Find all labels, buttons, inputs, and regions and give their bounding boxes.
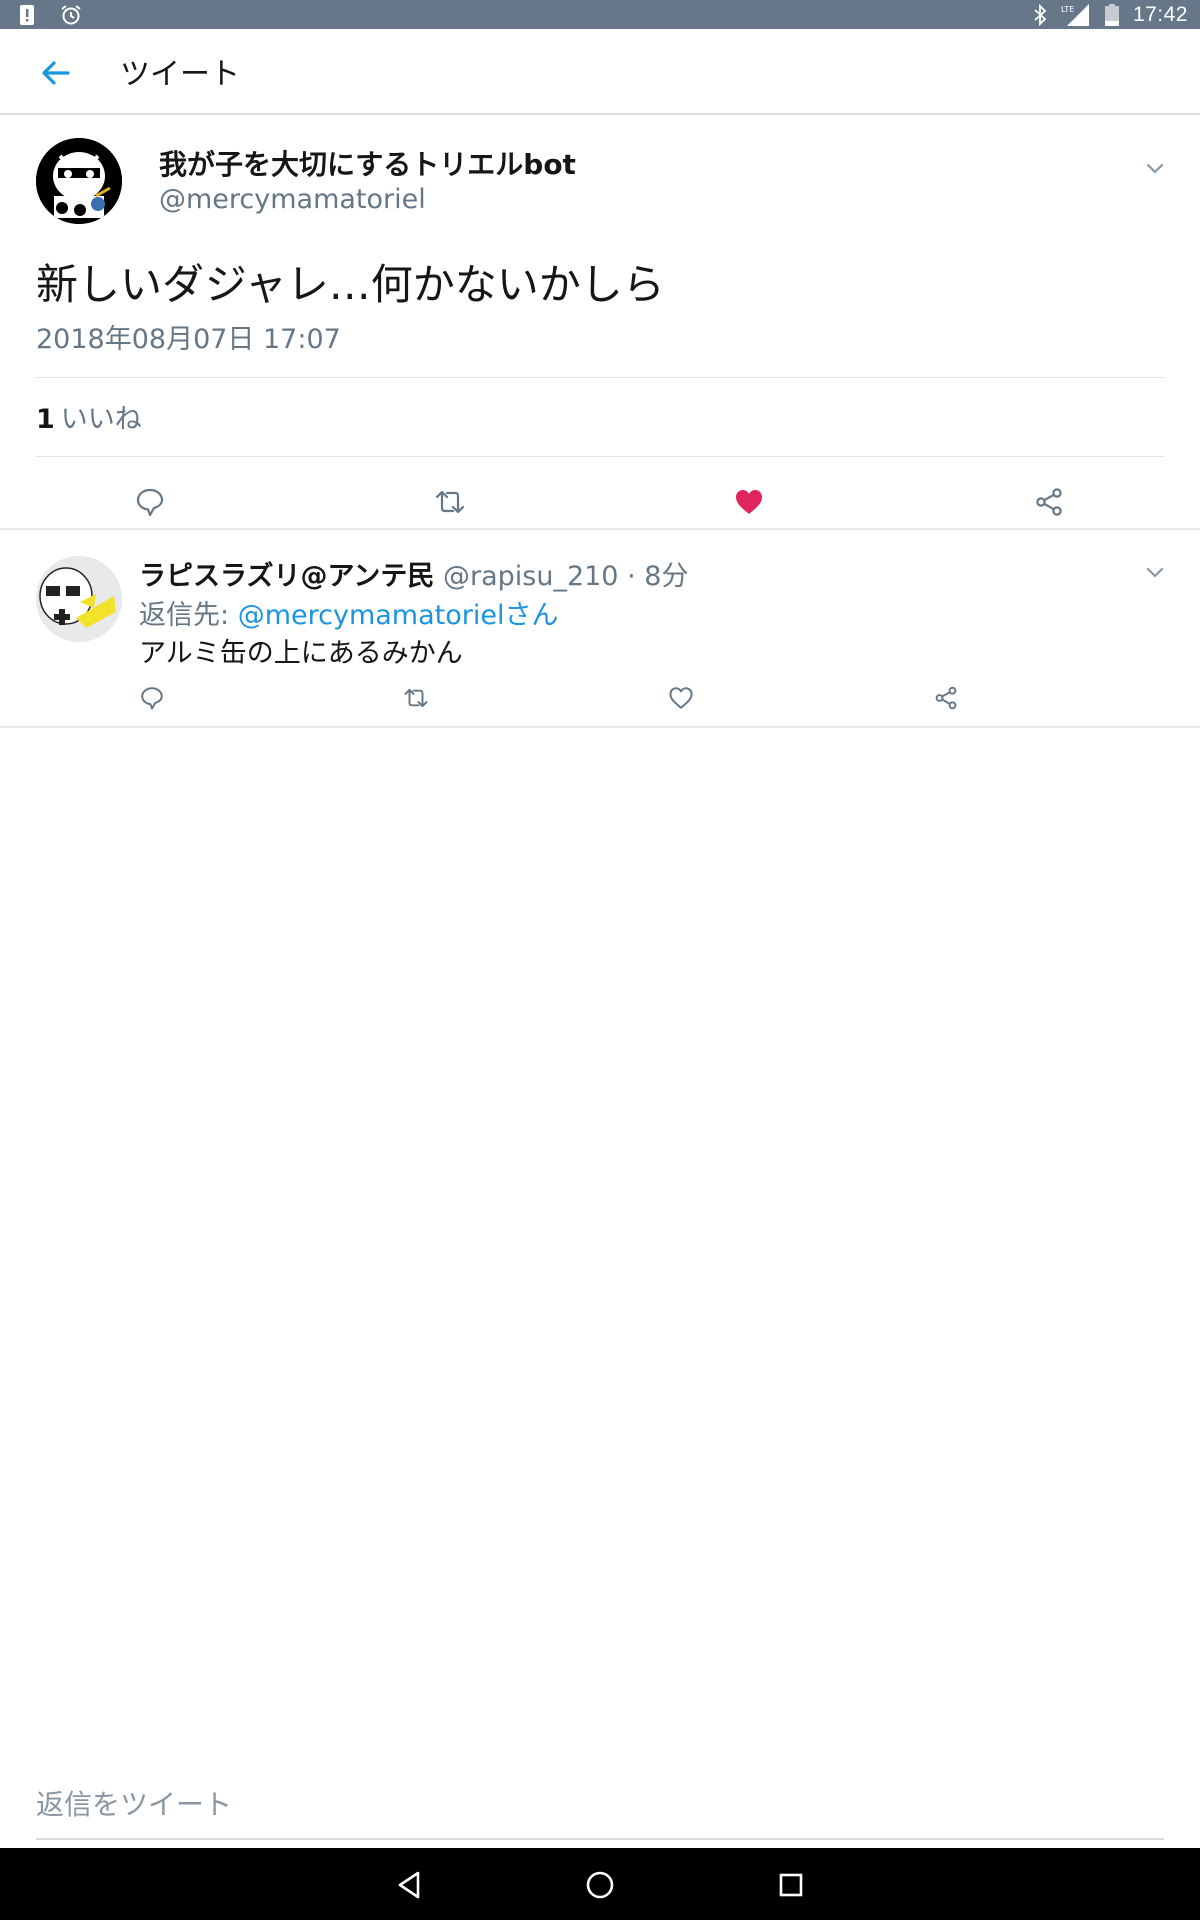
back-triangle-icon[interactable] — [392, 1868, 426, 1902]
main-tweet: 我が子を大切にするトリエルbot @mercymamatoriel 新しいダジャ… — [0, 117, 1200, 530]
reply-to-label: 返信先: — [139, 600, 230, 631]
reply-author-name[interactable]: ラピスラズリ@アンテ民 — [139, 561, 434, 592]
divider — [36, 377, 1164, 378]
like-count-number: 1 — [36, 404, 55, 435]
signal-icon: LTE — [1061, 3, 1089, 26]
home-circle-icon[interactable] — [583, 1868, 617, 1902]
reply-icon[interactable] — [134, 486, 166, 518]
clock-time: 17:42 — [1132, 2, 1188, 26]
reply-to-line: 返信先: @mercymamatorielさん — [139, 593, 558, 632]
like-icon[interactable] — [668, 685, 694, 711]
arrow-left-icon[interactable] — [38, 55, 74, 91]
reply-composer — [36, 1768, 1164, 1840]
avatar[interactable] — [36, 138, 122, 224]
reply-header: ラピスラズリ@アンテ民 @rapisu_210 · 8分 — [139, 554, 688, 593]
page-title: ツイート — [120, 57, 240, 92]
author-handle[interactable]: @mercymamatoriel — [159, 184, 426, 215]
chevron-down-icon[interactable] — [1143, 560, 1167, 584]
reply-text: アルミ缶の上にあるみかん — [139, 638, 463, 669]
bluetooth-icon — [1034, 3, 1047, 26]
like-icon[interactable] — [733, 486, 765, 518]
tweet-timestamp: 2018年08月07日 17:07 — [36, 324, 341, 355]
reply-input[interactable] — [36, 1780, 1164, 1828]
navigation-bar — [0, 1848, 1200, 1920]
tweet-text: 新しいダジャレ…何かないかしら — [36, 260, 665, 309]
like-count[interactable]: 1 いいね — [36, 397, 142, 436]
status-bar-left — [20, 4, 82, 26]
author-name[interactable]: 我が子を大切にするトリエルbot — [159, 143, 576, 183]
avatar[interactable] — [36, 556, 122, 642]
reply-author-handle[interactable]: @rapisu_210 — [443, 561, 619, 592]
share-icon[interactable] — [1033, 486, 1065, 518]
recents-square-icon[interactable] — [774, 1868, 808, 1902]
avatar-image — [36, 556, 122, 642]
meta-separator: · — [627, 561, 636, 592]
reply-icon[interactable] — [139, 685, 165, 711]
network-label: LTE — [1061, 5, 1074, 14]
alarm-icon — [61, 5, 81, 25]
retweet-icon[interactable] — [434, 486, 466, 518]
app-bar: ツイート — [0, 29, 1200, 115]
status-bar: LTE 17:42 — [0, 0, 1200, 29]
battery-icon — [1104, 3, 1119, 26]
chevron-down-icon[interactable] — [1143, 156, 1167, 180]
status-bar-right: LTE 17:42 — [1033, 0, 1188, 29]
like-count-label: いいね — [60, 404, 142, 435]
reply-time: 8分 — [644, 561, 689, 592]
retweet-icon[interactable] — [403, 685, 429, 711]
divider — [36, 456, 1164, 457]
reply-tweet[interactable]: ラピスラズリ@アンテ民 @rapisu_210 · 8分 返信先: @mercy… — [0, 530, 1200, 728]
tweet-actions — [0, 477, 1200, 527]
alert-icon — [20, 5, 34, 25]
share-icon[interactable] — [933, 685, 959, 711]
avatar-image — [36, 138, 122, 224]
reply-to-link[interactable]: @mercymamatorielさん — [238, 600, 559, 631]
